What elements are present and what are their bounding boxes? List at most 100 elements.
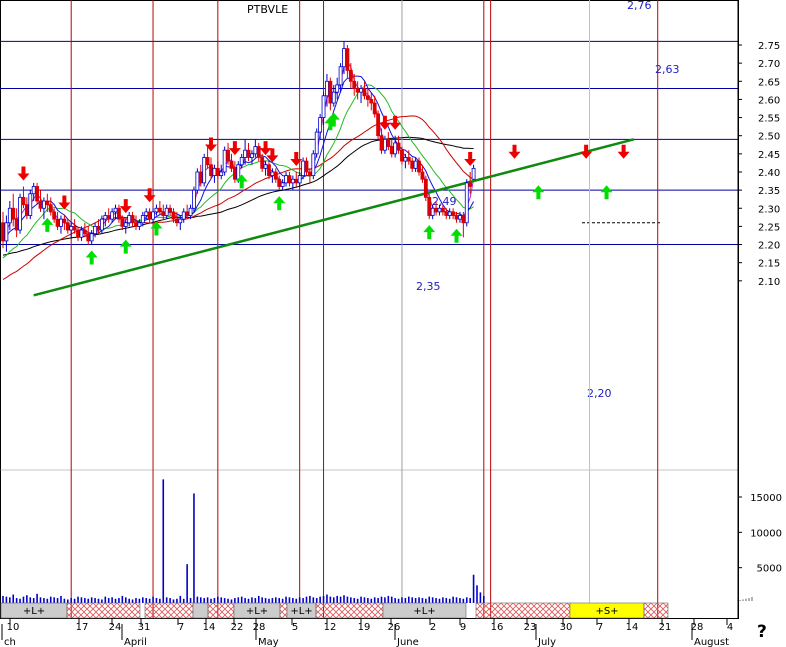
date-tick-label: 16 xyxy=(491,622,504,633)
signal-band-label: +S+ xyxy=(595,606,618,617)
candle-body xyxy=(451,211,456,216)
candle-body xyxy=(406,157,411,162)
month-label: May xyxy=(258,637,279,647)
buy-arrow xyxy=(41,217,54,232)
signal-band-segment xyxy=(279,602,288,619)
candle-body xyxy=(65,222,70,231)
buy-arrow xyxy=(85,250,98,265)
candle-body xyxy=(82,229,87,235)
candle-body xyxy=(338,66,343,86)
candle-body xyxy=(103,215,108,220)
sell-arrow xyxy=(464,151,477,166)
buy-arrow xyxy=(532,185,545,200)
candle-body xyxy=(117,207,121,220)
date-tick-label: 19 xyxy=(358,622,371,633)
candle-body xyxy=(393,142,398,155)
candle-body xyxy=(35,186,39,202)
price-tick-label: 2.60 xyxy=(758,95,780,106)
candle-body xyxy=(471,167,476,180)
price-tick-label: 2.10 xyxy=(758,277,780,288)
candle-body xyxy=(48,204,53,213)
candle-body xyxy=(379,135,384,151)
sell-arrow xyxy=(508,144,521,159)
signal-band-segment xyxy=(643,602,669,619)
candle-body xyxy=(140,215,145,224)
candle-body xyxy=(232,167,237,180)
signal-band-segment xyxy=(207,602,235,619)
price-tick-label: 2.50 xyxy=(758,132,780,143)
date-tick-label: 28 xyxy=(691,622,704,633)
sell-arrow xyxy=(17,166,30,181)
date-tick-label: 7 xyxy=(597,622,603,633)
candle-body xyxy=(427,196,432,216)
candle-body xyxy=(355,88,360,93)
candle-body xyxy=(389,146,394,155)
candle-body xyxy=(236,164,241,180)
candle-body xyxy=(321,95,326,118)
price-tick-label: 2.15 xyxy=(758,259,780,270)
candle-body xyxy=(86,233,91,242)
candle-body xyxy=(188,207,193,216)
candle-body xyxy=(222,149,227,173)
buy-arrow xyxy=(450,228,463,243)
candle-body xyxy=(267,164,271,177)
date-tick-label: 14 xyxy=(626,622,639,633)
candle-body xyxy=(290,178,295,184)
candle-body xyxy=(7,207,12,224)
buy-arrow xyxy=(119,239,132,254)
candle-body xyxy=(410,160,415,169)
date-tick-label: 28 xyxy=(253,622,266,633)
candle-body xyxy=(270,171,275,177)
candle-body xyxy=(365,95,370,100)
candle-body xyxy=(1,222,5,242)
candle-body xyxy=(314,131,319,155)
level-label: 2,20 xyxy=(587,387,612,400)
candle-body xyxy=(134,222,138,227)
candle-body xyxy=(154,207,159,213)
signal-band-label: +L+ xyxy=(290,606,312,617)
month-label: July xyxy=(537,637,556,647)
price-tick-label: 2.25 xyxy=(758,222,780,233)
candle-body xyxy=(400,149,404,162)
candle-body xyxy=(161,211,166,216)
sell-arrow xyxy=(228,141,241,156)
signal-band-label: +L+ xyxy=(23,606,45,617)
candle-body xyxy=(198,171,203,184)
candle-body xyxy=(277,178,282,187)
volume-tick-label: 15000 xyxy=(750,493,782,504)
candle-body xyxy=(89,233,94,242)
candle-body xyxy=(386,138,391,147)
level-label: 2,35 xyxy=(416,280,441,293)
candle-body xyxy=(178,218,183,224)
candle-body xyxy=(246,149,251,158)
candle-body xyxy=(464,182,469,224)
signal-band-segment xyxy=(144,602,194,619)
candle-body xyxy=(352,80,357,89)
signal-band-segment xyxy=(475,602,571,619)
candle-body xyxy=(110,211,115,220)
candle-body xyxy=(52,211,57,220)
candle-body xyxy=(31,186,36,195)
candle-body xyxy=(113,207,118,213)
candle-body xyxy=(287,175,292,184)
candle-body xyxy=(348,69,353,82)
sell-arrow xyxy=(290,151,303,166)
candle-body xyxy=(403,157,408,162)
candle-body xyxy=(120,218,125,227)
candle-body xyxy=(79,229,84,238)
candle-body xyxy=(137,222,142,227)
candle-body xyxy=(195,171,200,191)
sell-arrow xyxy=(119,199,132,214)
candle-body xyxy=(325,80,329,97)
candle-body xyxy=(447,211,452,216)
date-tick-label: 26 xyxy=(388,622,401,633)
buy-arrow xyxy=(423,225,436,240)
candle-body xyxy=(28,193,33,216)
candle-body xyxy=(239,157,244,166)
date-tick-label: 10 xyxy=(7,622,20,633)
price-tick-label: 2.45 xyxy=(758,150,780,161)
candle-body xyxy=(383,138,387,151)
month-label: ch xyxy=(4,637,16,647)
candle-body xyxy=(42,200,46,209)
candle-body xyxy=(130,215,135,224)
